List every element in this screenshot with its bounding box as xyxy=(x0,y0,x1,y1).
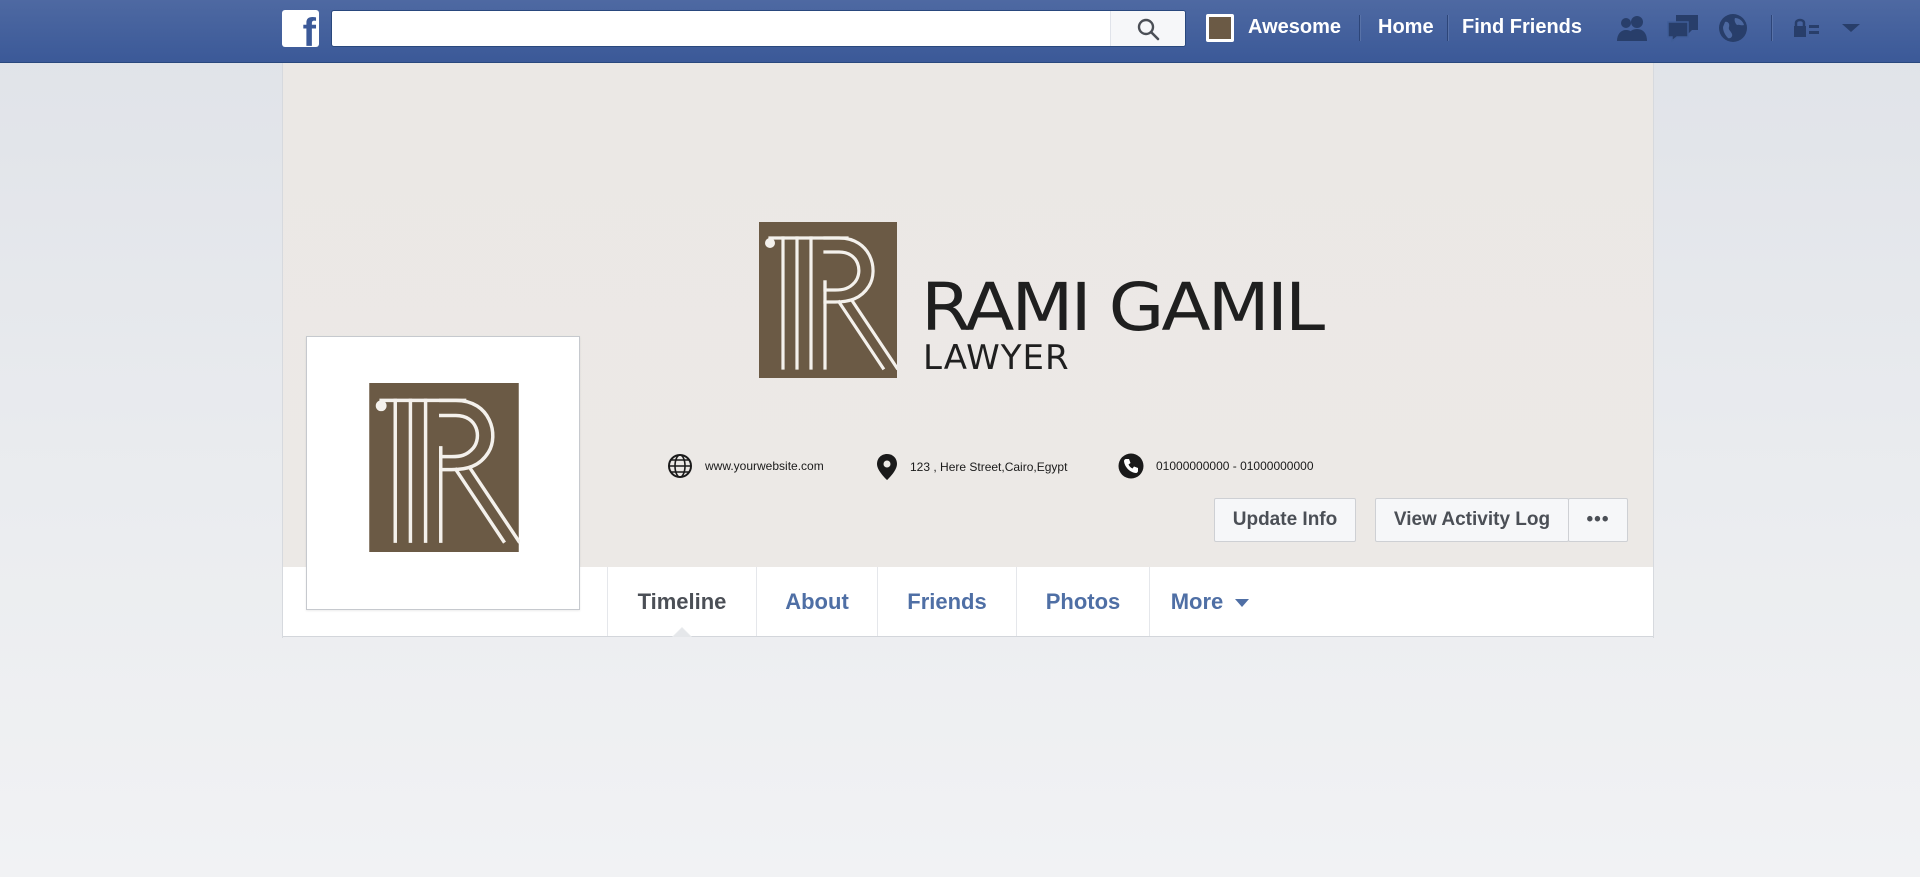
tab-timeline-label: Timeline xyxy=(637,588,727,614)
more-options-button[interactable]: ••• xyxy=(1568,498,1628,542)
notifications-globe-icon xyxy=(1719,14,1747,42)
nav-find-friends[interactable]: Find Friends xyxy=(1462,0,1582,55)
account-menu-button[interactable] xyxy=(1833,11,1869,45)
facebook-logo-letter: f xyxy=(302,11,316,47)
tab-timeline[interactable]: Timeline xyxy=(607,567,756,637)
view-activity-log-button[interactable]: View Activity Log xyxy=(1375,498,1569,542)
privacy-lock-icon xyxy=(1794,18,1819,37)
chevron-down-icon xyxy=(1235,598,1250,607)
tab-more[interactable]: More xyxy=(1149,567,1270,636)
view-activity-log-label: View Activity Log xyxy=(1393,509,1551,530)
search-bar xyxy=(331,10,1186,47)
search-icon xyxy=(1137,18,1160,40)
tab-photos-label: Photos xyxy=(1045,588,1121,614)
user-avatar xyxy=(1206,13,1234,42)
active-tab-indicator xyxy=(672,627,692,637)
contact-website: www.yourwebsite.com xyxy=(667,453,824,479)
privacy-shortcuts-button[interactable] xyxy=(1789,11,1825,45)
update-info-label: Update Info xyxy=(1232,509,1338,530)
nav-home[interactable]: Home xyxy=(1378,0,1434,55)
tab-more-label: More xyxy=(1170,588,1224,614)
address-text: 123 , Here Street,Cairo,Egypt xyxy=(910,460,1068,474)
nav-find-friends-label: Find Friends xyxy=(1462,16,1582,38)
globe-icon xyxy=(668,454,692,478)
friend-requests-icon xyxy=(1617,16,1647,41)
tab-about[interactable]: About xyxy=(756,567,877,636)
tab-about-label: About xyxy=(785,588,849,614)
user-name: Awesome xyxy=(1248,16,1342,38)
phone-icon xyxy=(1118,453,1144,479)
tab-photos[interactable]: Photos xyxy=(1016,567,1149,636)
update-info-button[interactable]: Update Info xyxy=(1214,498,1356,542)
brand-name: RAMI GAMIL xyxy=(921,268,1325,346)
account-menu-arrow-icon xyxy=(1842,24,1860,32)
website-text: www.yourwebsite.com xyxy=(705,459,824,473)
contact-address: 123 , Here Street,Cairo,Egypt xyxy=(876,453,1067,481)
nav-divider xyxy=(1359,15,1360,41)
location-pin-icon xyxy=(877,454,897,480)
messages-button[interactable] xyxy=(1665,11,1701,45)
brand-monogram-logo xyxy=(759,222,897,378)
brand-subtitle: LAWYER xyxy=(923,338,1070,378)
phone-text: 01000000000 - 01000000000 xyxy=(1156,459,1314,473)
search-button[interactable] xyxy=(1110,11,1185,46)
tab-friends-label: Friends xyxy=(907,588,987,614)
top-navigation-bar: f Awesome Home Find Friends xyxy=(0,0,1920,63)
friend-requests-button[interactable] xyxy=(1614,11,1650,45)
nav-divider xyxy=(1447,15,1448,41)
nav-home-label: Home xyxy=(1378,16,1434,38)
tab-friends[interactable]: Friends xyxy=(877,567,1016,636)
messages-icon xyxy=(1667,15,1698,43)
search-input[interactable] xyxy=(332,11,1112,46)
contact-phone: 01000000000 - 01000000000 xyxy=(1118,453,1314,479)
profile-monogram-logo xyxy=(369,383,520,552)
facebook-logo[interactable]: f xyxy=(282,10,319,47)
more-options-dots-icon: ••• xyxy=(1586,509,1610,530)
notifications-button[interactable] xyxy=(1715,11,1751,45)
profile-shortcut[interactable]: Awesome xyxy=(1206,0,1341,55)
profile-picture[interactable] xyxy=(306,336,580,610)
nav-divider xyxy=(1771,15,1772,41)
